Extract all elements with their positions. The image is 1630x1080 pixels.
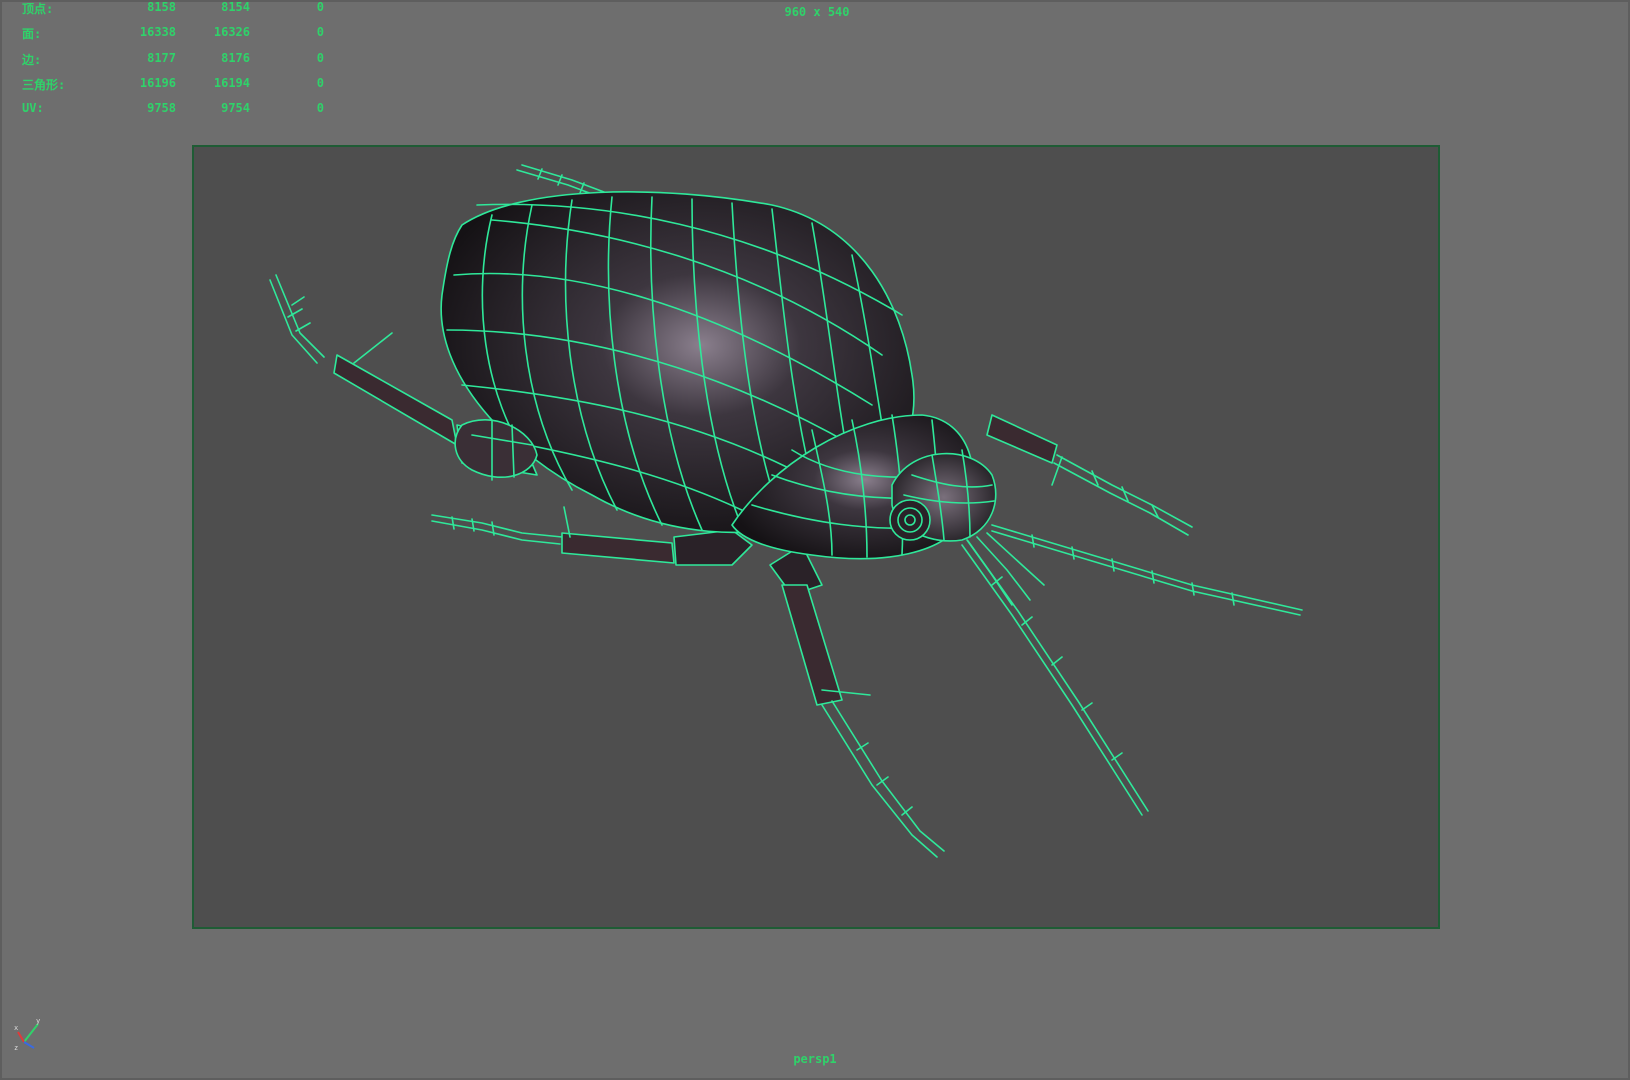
svg-text:x: x [14, 1024, 18, 1032]
beetle-wireframe-model[interactable] [192, 145, 1440, 929]
camera-name-label: persp1 [0, 1052, 1630, 1066]
hud-value: 16194 [213, 76, 250, 90]
hud-value: 0 [316, 25, 324, 39]
svg-text:y: y [36, 1017, 40, 1025]
hud-value: 16338 [139, 25, 176, 39]
hud-label: 边: [22, 53, 42, 67]
hud-value: 8177 [147, 51, 176, 65]
hud-value: 0 [316, 101, 324, 115]
hud-value: 0 [316, 76, 324, 90]
hud-value: 8176 [221, 51, 250, 65]
hud-label: 面: [22, 27, 42, 41]
hud-label: 三角形: [22, 78, 66, 92]
hud-value: 16326 [213, 25, 250, 39]
hud-label: UV: [22, 101, 44, 115]
viewport-panel[interactable]: 顶点: 8158 8154 0 面: 16338 16326 0 边: 8177… [0, 0, 1630, 1080]
hud-value: 9754 [221, 101, 250, 115]
leg-front-mid [769, 544, 945, 858]
antenna-left [961, 540, 1149, 816]
axis-gizmo-icon: x y z [14, 1017, 40, 1052]
hud-row-edges: 边: 8177 8176 0 [22, 51, 324, 71]
hud-row-faces: 面: 16338 16326 0 [22, 25, 324, 45]
leg-front-right [986, 414, 1193, 536]
hud-value: 9758 [147, 101, 176, 115]
svg-text:z: z [14, 1044, 18, 1052]
hud-value: 16196 [139, 76, 176, 90]
resolution-label: 960 x 540 [784, 5, 850, 19]
resolution-readout: 960 x 540 [0, 5, 1630, 19]
camera-name: persp1 [793, 1052, 837, 1066]
hud-row-triangles: 三角形: 16196 16194 0 [22, 76, 324, 96]
hud-value: 0 [316, 51, 324, 65]
antenna-right [991, 524, 1303, 616]
hud-row-uvs: UV: 9758 9754 0 [22, 101, 324, 121]
